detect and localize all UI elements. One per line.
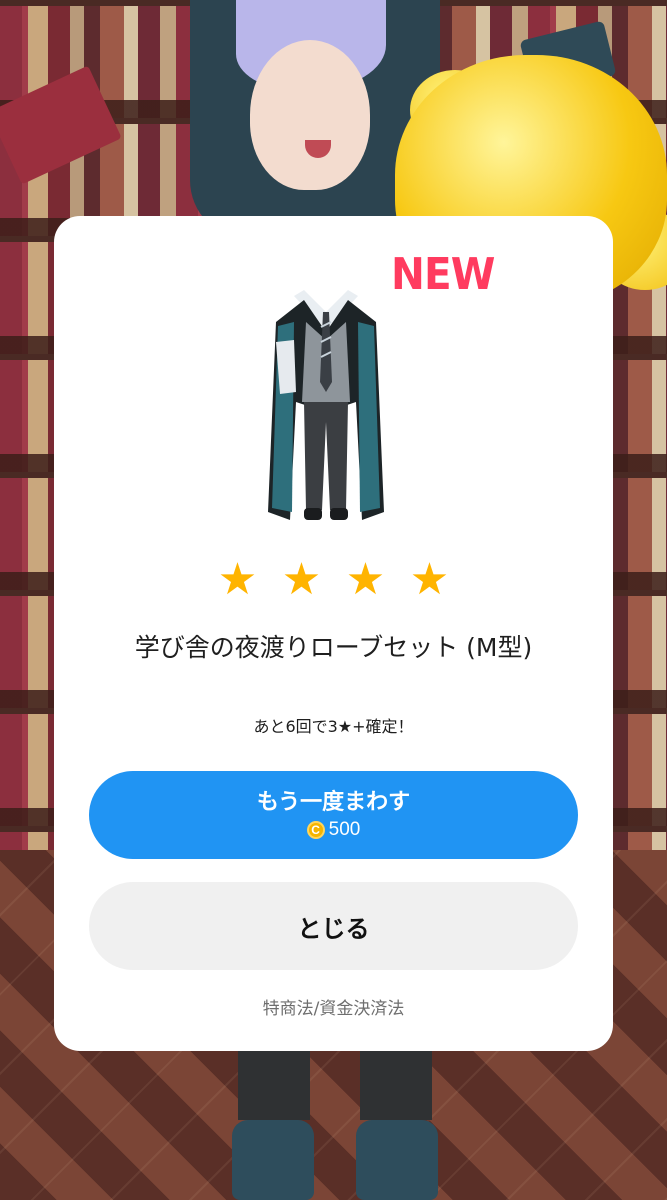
star-icon: ★ [217, 554, 258, 605]
rarity-stars: ★ ★ ★ ★ [54, 558, 613, 602]
legal-notice-link[interactable]: 特商法/資金決済法 [54, 994, 613, 1019]
avatar-face [250, 40, 370, 190]
gacha-result-modal: NEW ★ ★ ★ ★ 学び舎の夜渡りローブセット (M型) あと6回で3★+確… [54, 216, 613, 1051]
new-badge: NEW [391, 249, 495, 300]
spin-price: C 500 [306, 817, 361, 843]
spin-price-value: 500 [328, 819, 361, 840]
star-icon: ★ [409, 554, 450, 605]
spin-again-button[interactable]: もう一度まわす C 500 [89, 771, 578, 859]
spin-again-label: もう一度まわす [256, 789, 411, 814]
close-button[interactable]: とじる [89, 882, 578, 970]
star-icon: ★ [345, 554, 386, 605]
coin-icon: C [306, 821, 325, 839]
robe-outfit-image [268, 290, 384, 520]
avatar-legs [232, 1050, 438, 1200]
close-label: とじる [297, 915, 370, 943]
star-icon: ★ [281, 554, 322, 605]
item-name: 学び舎の夜渡りローブセット (M型) [134, 633, 533, 662]
guarantee-notice: あと6回で3★+確定！ [253, 717, 414, 736]
